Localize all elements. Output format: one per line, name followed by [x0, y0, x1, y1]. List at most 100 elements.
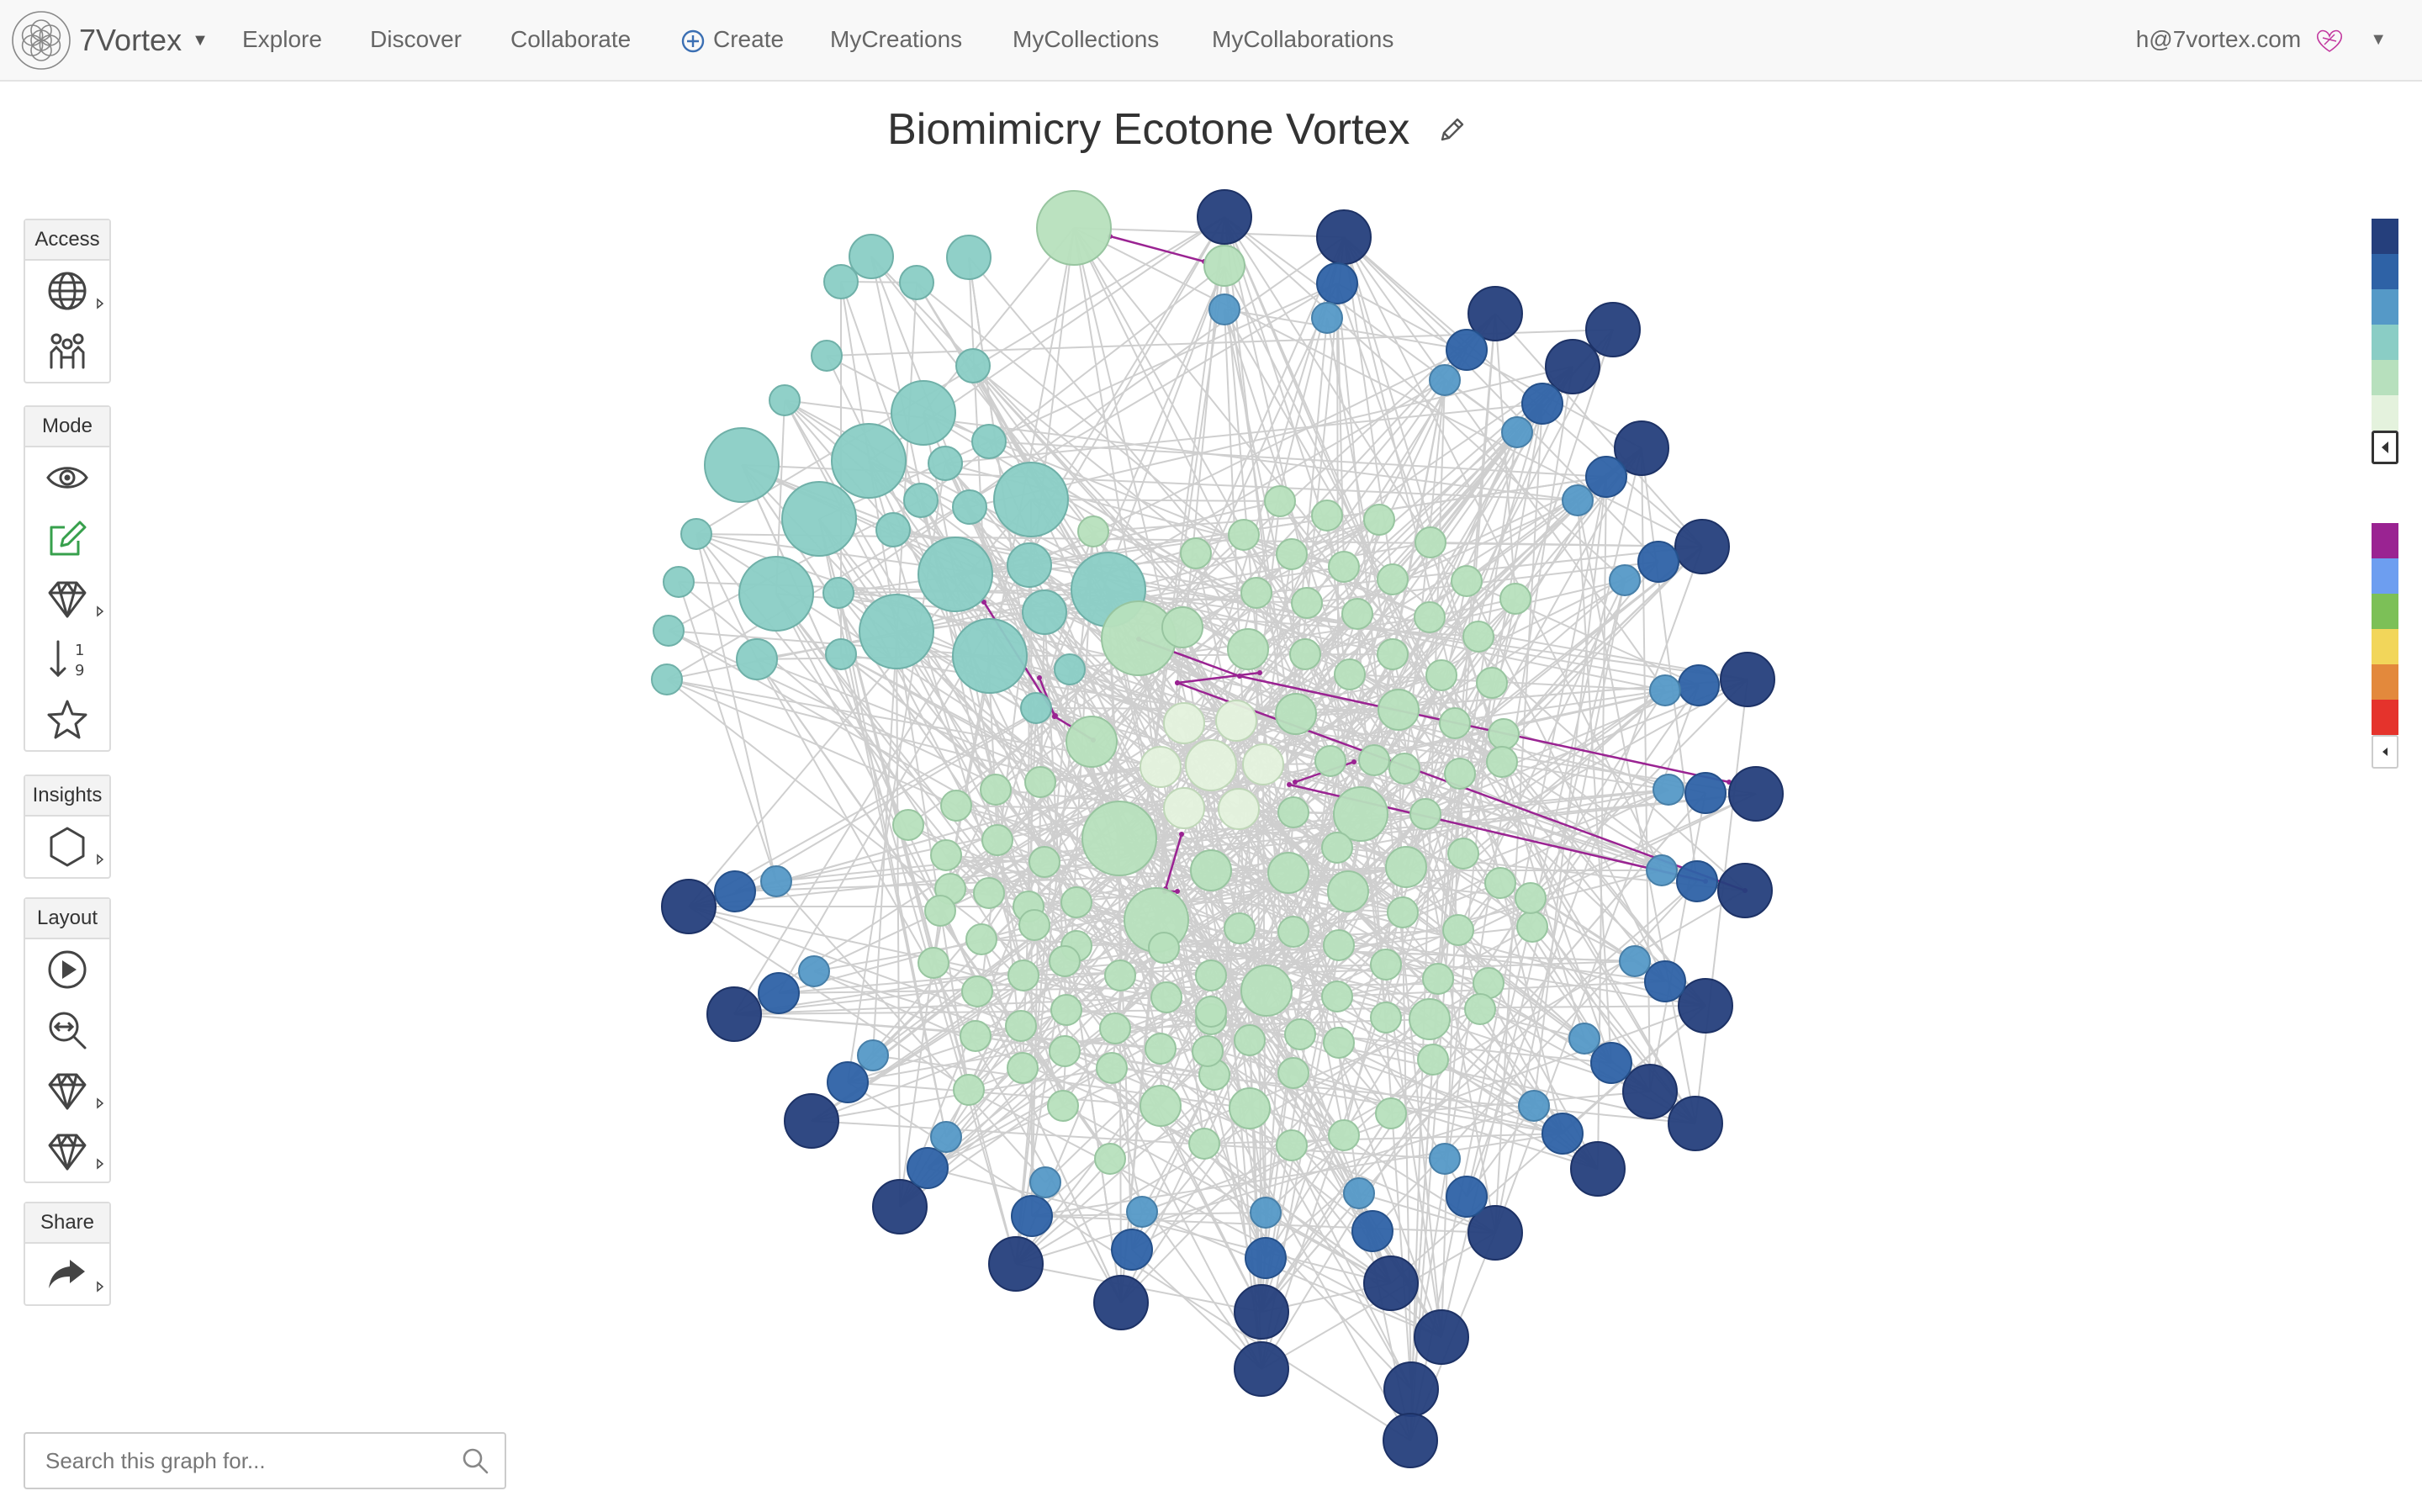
nav-mycollaborations[interactable]: MyCollaborations [1212, 0, 1393, 79]
graph-node-mint[interactable] [1516, 911, 1548, 943]
graph-node-mint[interactable] [1425, 659, 1457, 691]
graph-node-pale[interactable] [1185, 739, 1237, 791]
graph-node-teal[interactable] [918, 537, 993, 612]
graph-node-blue[interactable] [1446, 1176, 1488, 1218]
share-button[interactable] [25, 1244, 109, 1304]
graph-node-mint[interactable] [1415, 526, 1446, 558]
graph-node-mint[interactable] [1190, 849, 1232, 891]
graph-node-mint[interactable] [1203, 245, 1245, 287]
graph-node-mint[interactable] [1321, 832, 1353, 864]
graph-node-navy[interactable] [1622, 1064, 1678, 1119]
graph-node-mint[interactable] [1484, 867, 1516, 899]
graph-node-pale[interactable] [1140, 746, 1182, 788]
graph-node-mint[interactable] [1363, 504, 1395, 536]
graph-node-mint[interactable] [1081, 801, 1157, 876]
graph-node-mint[interactable] [1195, 960, 1227, 991]
graph-node-mint[interactable] [1180, 537, 1212, 569]
graph-node-mint[interactable] [973, 877, 1005, 909]
graph-node-navy[interactable] [706, 986, 762, 1042]
graph-node-teal[interactable] [736, 638, 778, 680]
graph-node-mint[interactable] [1267, 852, 1309, 894]
graph-node-teal[interactable] [952, 489, 987, 525]
graph-node-mint[interactable] [1284, 1018, 1316, 1050]
search-icon[interactable] [461, 1446, 489, 1475]
graph-node-navy[interactable] [1234, 1284, 1289, 1340]
graph-node-mint[interactable] [1104, 960, 1136, 991]
graph-search-input[interactable] [25, 1434, 446, 1488]
graph-node-pale[interactable] [1218, 788, 1260, 830]
mode-diamond-button[interactable] [25, 568, 109, 629]
graph-node-navy[interactable] [1728, 766, 1784, 822]
graph-node-skyblue[interactable] [857, 1039, 889, 1071]
layout-diamond-button-2[interactable] [25, 1121, 109, 1182]
graph-node-mint[interactable] [1291, 587, 1323, 619]
graph-node-mint[interactable] [1439, 707, 1471, 739]
graph-node-mint[interactable] [1229, 1087, 1271, 1129]
graph-node-skyblue[interactable] [1568, 1023, 1600, 1055]
graph-node-skyblue[interactable] [1501, 416, 1533, 448]
graph-node-teal[interactable] [993, 462, 1069, 537]
graph-node-mint[interactable] [1328, 1119, 1360, 1151]
graph-node-mint[interactable] [1276, 538, 1308, 570]
layout-play-button[interactable] [25, 939, 109, 1000]
graph-node-mint[interactable] [1234, 1024, 1266, 1056]
graph-node-pale[interactable] [1215, 700, 1257, 742]
graph-node-skyblue[interactable] [1619, 945, 1651, 977]
graph-node-mint[interactable] [1370, 949, 1402, 981]
graph-node-mint[interactable] [1385, 846, 1427, 888]
graph-node-teal[interactable] [738, 556, 814, 632]
graph-node-mint[interactable] [1150, 981, 1182, 1013]
graph-node-mint[interactable] [1240, 965, 1293, 1017]
graph-node-skyblue[interactable] [1311, 302, 1343, 334]
graph-node-navy[interactable] [1570, 1141, 1626, 1197]
edge-legend-swatch-2[interactable] [2372, 594, 2398, 629]
graph-node-teal[interactable] [971, 424, 1007, 459]
graph-node-mint[interactable] [1387, 896, 1419, 928]
graph-node-mint[interactable] [1341, 598, 1373, 630]
graph-node-blue[interactable] [1011, 1195, 1053, 1237]
graph-node-mint[interactable] [1442, 914, 1474, 946]
graph-node-blue[interactable] [1351, 1210, 1393, 1252]
graph-node-mint[interactable] [1148, 932, 1180, 964]
graph-node-mint[interactable] [892, 809, 924, 841]
graph-node-mint[interactable] [1323, 929, 1355, 961]
graph-node-mint[interactable] [1414, 601, 1446, 633]
graph-node-teal[interactable] [811, 340, 843, 372]
graph-node-mint[interactable] [918, 947, 949, 979]
graph-node-mint[interactable] [1024, 766, 1056, 798]
graph-node-mint[interactable] [1334, 658, 1366, 690]
graph-node-mint[interactable] [1417, 1044, 1449, 1076]
graph-node-mint[interactable] [1277, 916, 1309, 948]
edge-legend-swatch-4[interactable] [2372, 664, 2398, 700]
graph-node-pale[interactable] [1163, 702, 1205, 744]
graph-node-mint[interactable] [1321, 981, 1353, 1012]
access-public-button[interactable] [25, 261, 109, 321]
graph-node-mint[interactable] [1145, 1033, 1177, 1065]
graph-node-mint[interactable] [1328, 551, 1360, 583]
graph-node-teal[interactable] [769, 384, 801, 416]
graph-node-navy[interactable] [1363, 1256, 1419, 1311]
graph-node-blue[interactable] [1585, 456, 1627, 498]
mode-view-button[interactable] [25, 447, 109, 508]
graph-node-navy[interactable] [784, 1093, 839, 1149]
graph-node-navy[interactable] [661, 879, 717, 934]
graph-node-mint[interactable] [1060, 886, 1092, 918]
insights-button[interactable] [25, 817, 109, 877]
nav-discover[interactable]: Discover [370, 0, 462, 79]
nav-mycreations[interactable]: MyCreations [830, 0, 962, 79]
graph-node-navy[interactable] [1197, 189, 1252, 245]
graph-node-mint[interactable] [1409, 998, 1451, 1040]
graph-node-blue[interactable] [1245, 1237, 1287, 1279]
graph-node-skyblue[interactable] [760, 865, 792, 897]
edge-legend-swatch-5[interactable] [2372, 700, 2398, 735]
graph-edge[interactable] [896, 631, 901, 1208]
graph-node-mint[interactable] [1047, 1090, 1079, 1122]
graph-node-mint[interactable] [1311, 500, 1343, 531]
edge-legend-swatch-3[interactable] [2372, 629, 2398, 664]
node-legend-swatch-2[interactable] [2372, 289, 2398, 325]
graph-node-skyblue[interactable] [1029, 1166, 1061, 1198]
mode-favorite-button[interactable] [25, 690, 109, 750]
graph-node-mint[interactable] [1066, 716, 1118, 768]
graph-node-navy[interactable] [1720, 652, 1775, 707]
graph-node-teal[interactable] [651, 663, 683, 695]
